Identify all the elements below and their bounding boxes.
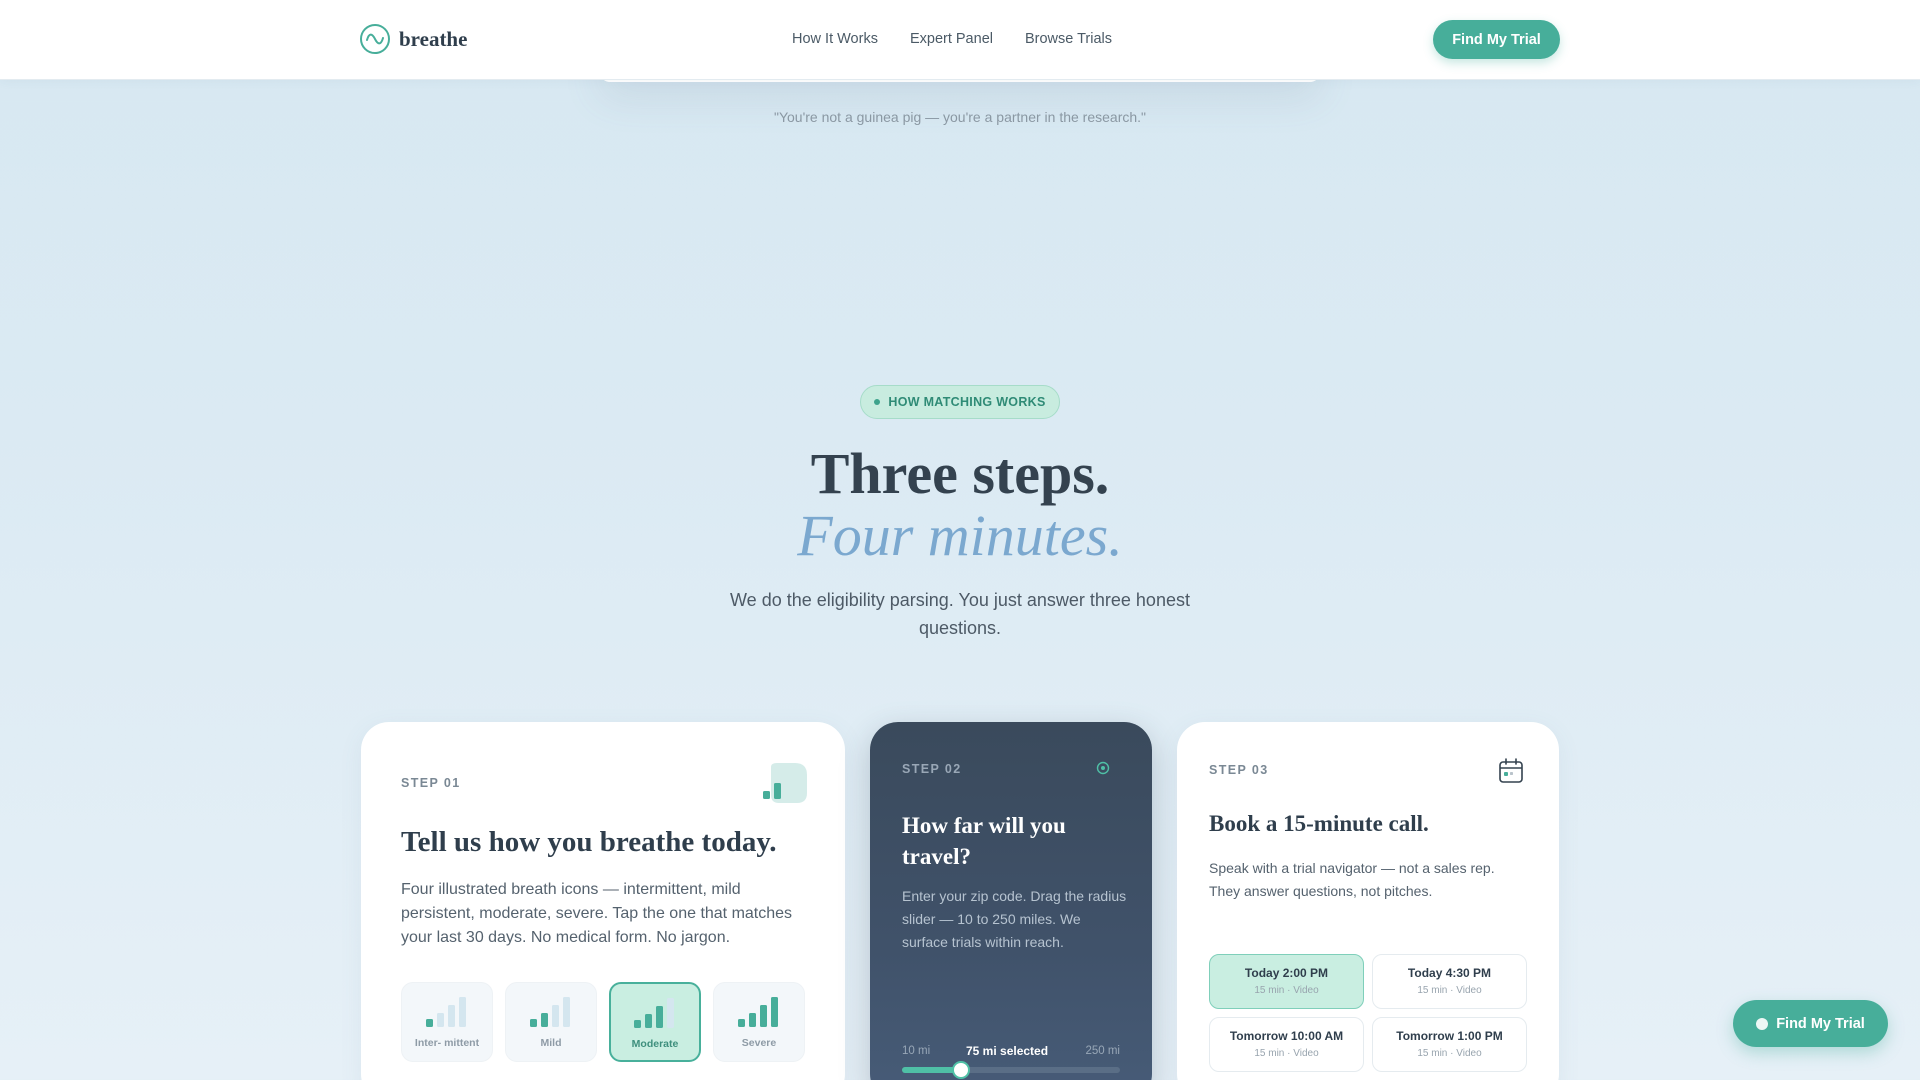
breath-option-label: Mild: [540, 1037, 562, 1049]
breath-bar: [530, 1019, 537, 1027]
radius-slider[interactable]: [902, 1061, 1120, 1079]
floating-cta-label: Find My Trial: [1776, 1015, 1865, 1032]
site-header: breathe How It Works Expert Panel Browse…: [0, 0, 1920, 80]
breath-bar: [541, 1013, 548, 1027]
breath-bar: [760, 1005, 767, 1027]
breath-bar: [448, 1005, 455, 1027]
breath-option-severe[interactable]: Severe: [713, 982, 805, 1062]
section-badge: HOW MATCHING WORKS: [860, 385, 1060, 419]
main-nav: How It Works Expert Panel Browse Trials: [792, 31, 1112, 47]
step-03-title: Book a 15-minute call.: [1209, 811, 1429, 836]
step-02-title: How far will you travel?: [902, 813, 1066, 869]
breath-bar: [552, 1005, 559, 1027]
breath-bar: [738, 1019, 745, 1027]
breath-level-icon: [426, 997, 466, 1027]
logo-text: breathe: [399, 26, 468, 51]
time-slot[interactable]: Tomorrow 1:00 PM 15 min · Video: [1372, 1017, 1527, 1072]
logo[interactable]: breathe: [359, 23, 467, 55]
breath-option-label: Moderate: [631, 1038, 679, 1050]
time-slot-time: Tomorrow 1:00 PM: [1396, 1029, 1503, 1043]
breath-bars-icon: [763, 763, 807, 803]
breath-option-intermittent[interactable]: Inter- mittent: [401, 982, 493, 1062]
radius-slider-handle[interactable]: [952, 1061, 971, 1079]
radius-max-label: 250 mi: [1085, 1045, 1120, 1057]
hero-quote: "You're not a guinea pig — you're a part…: [774, 109, 1146, 125]
breath-bar: [645, 1014, 652, 1028]
nav-how-it-works[interactable]: How It Works: [792, 31, 878, 47]
time-slot-time: Tomorrow 10:00 AM: [1229, 1029, 1344, 1043]
breath-option-label: Inter- mittent: [414, 1037, 480, 1049]
breath-level-icon: [530, 997, 570, 1027]
step-02-card: STEP 02 How far will you travel? Enter y…: [870, 722, 1152, 1080]
step-01-title: Tell us how you breathe today.: [401, 826, 777, 858]
section-description: We do the eligibility parsing. You just …: [730, 590, 1190, 638]
section-title: Three steps.: [810, 441, 1110, 506]
step-03-card: STEP 03 Book a 15-minute call. Speak wit…: [1177, 722, 1559, 1080]
section-badge-label: HOW MATCHING WORKS: [888, 395, 1046, 409]
step-01-description: Four illustrated breath icons — intermit…: [401, 881, 793, 946]
radius-selected-label: 75 mi selected: [966, 1044, 1049, 1058]
breath-bar: [563, 997, 570, 1027]
breath-option-moderate[interactable]: Moderate: [609, 982, 701, 1062]
breathe-wave-icon: [360, 24, 390, 54]
step-03-label: STEP 03: [1209, 763, 1269, 777]
nav-browse-trials[interactable]: Browse Trials: [1025, 31, 1112, 47]
time-slot-time: Today 4:30 PM: [1407, 966, 1492, 980]
section-subtitle: Four minutes.: [797, 503, 1123, 568]
breath-options: Inter- mittent Mild Moderate Severe: [401, 982, 805, 1062]
time-slot[interactable]: Today 4:30 PM 15 min · Video: [1372, 954, 1527, 1009]
time-slot[interactable]: Today 2:00 PM 15 min · Video: [1209, 954, 1364, 1009]
nav-expert-panel[interactable]: Expert Panel: [910, 31, 993, 47]
breath-bar: [667, 998, 674, 1028]
radius-min-label: 10 mi: [902, 1045, 931, 1057]
breath-bar: [459, 997, 466, 1027]
step-02-description: Enter your zip code. Drag the radius sli…: [902, 888, 1127, 950]
time-slot-time: Today 2:00 PM: [1244, 966, 1329, 980]
step-01-card: STEP 01 Tell us how you breathe today. F…: [361, 722, 845, 1080]
breath-option-mild[interactable]: Mild: [505, 982, 597, 1062]
breath-bar: [634, 1020, 641, 1028]
breath-bar: [656, 1006, 663, 1028]
breath-bar: [749, 1013, 756, 1027]
breath-option-label: Severe: [741, 1037, 777, 1049]
floating-find-my-trial-button[interactable]: Find My Trial: [1733, 1000, 1888, 1047]
time-slot-meta: 15 min · Video: [1254, 1048, 1319, 1059]
time-slot-meta: 15 min · Video: [1417, 1048, 1482, 1059]
time-slot[interactable]: Tomorrow 10:00 AM 15 min · Video: [1209, 1017, 1364, 1072]
cta-dot-icon: [1756, 1017, 1769, 1030]
step-01-label: STEP 01: [401, 776, 461, 790]
badge-dot-icon: [874, 399, 881, 405]
breath-bar: [426, 1019, 433, 1027]
time-slot-meta: 15 min · Video: [1254, 985, 1319, 996]
step-02-label: STEP 02: [902, 762, 962, 776]
location-target-icon: [1096, 761, 1110, 775]
step-03-description: Speak with a trial navigator — not a sal…: [1209, 860, 1495, 899]
find-my-trial-button[interactable]: Find My Trial: [1433, 20, 1560, 59]
breath-bar: [771, 997, 778, 1027]
calendar-icon: [1499, 758, 1523, 783]
breath-level-icon: [634, 998, 674, 1028]
time-slot-meta: 15 min · Video: [1417, 985, 1482, 996]
breath-level-icon: [738, 997, 778, 1027]
breath-bar: [437, 1013, 444, 1027]
time-slot-grid: Today 2:00 PM 15 min · Video Today 4:30 …: [1209, 954, 1527, 1072]
